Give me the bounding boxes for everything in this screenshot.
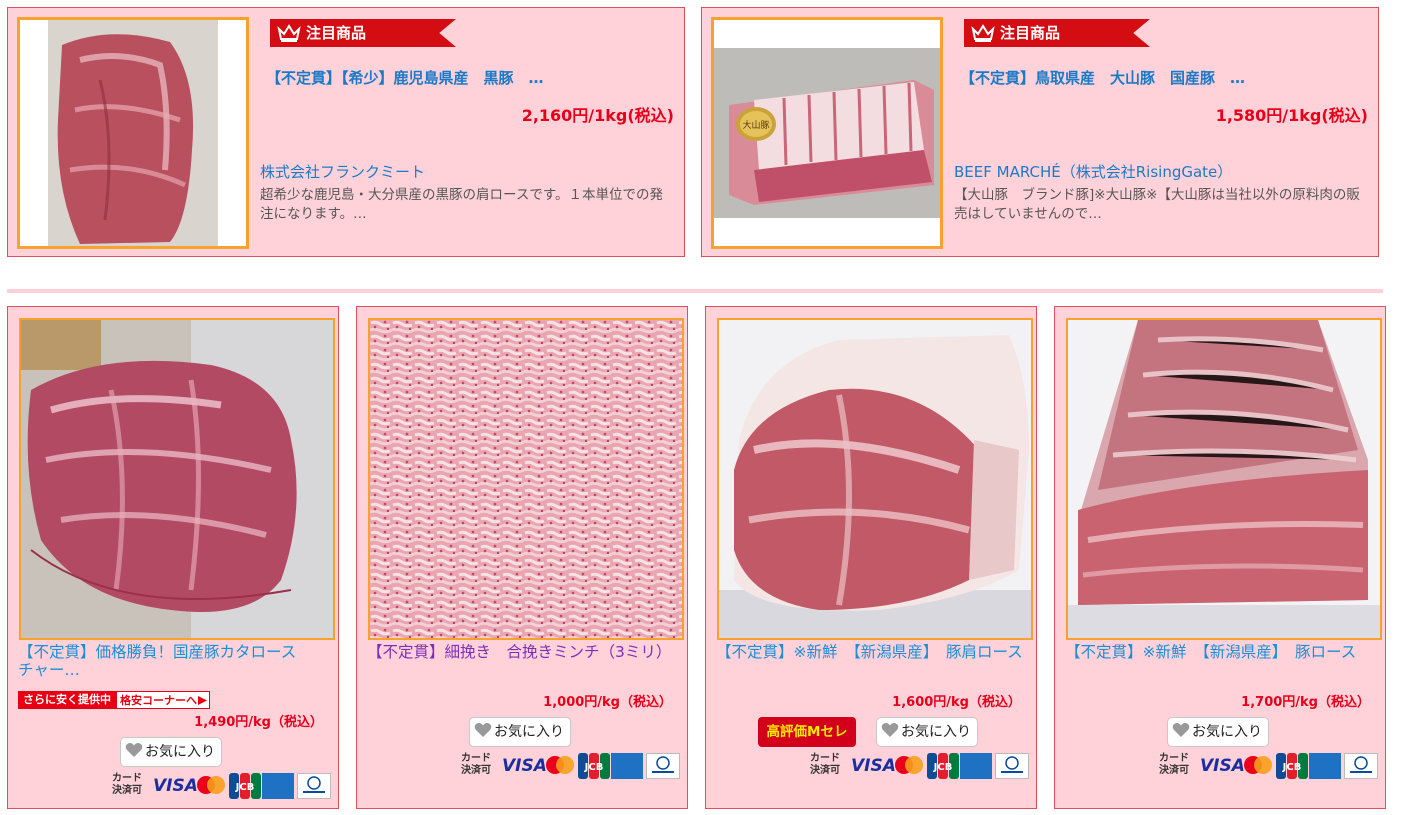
diners-club-icon (297, 773, 331, 799)
product-description: 超希少な鹿児島・大分県産の黒豚の肩ロースです。１本単位での発注になります。… (260, 187, 663, 222)
amex-icon (262, 773, 294, 799)
shop-name-link[interactable]: BEEF MARCHÉ（株式会社RisingGate） (954, 161, 1232, 182)
featured-product-card[interactable]: 注目商品 【不定貫】【希少】鹿児島県産 黒豚 … 2,160円/1kg(税込) … (7, 7, 685, 257)
product-title-link[interactable]: 【不定貫】鳥取県産 大山豚 国産豚 … (960, 67, 1370, 88)
product-image[interactable] (368, 318, 684, 640)
favorite-label: お気に入り (1192, 724, 1262, 740)
visa-icon: VISA (1200, 756, 1245, 776)
jcb-icon: JCB (927, 753, 959, 779)
product-image[interactable] (717, 318, 1033, 640)
arrow-right-icon (198, 696, 207, 705)
pork-belly-photo: 大山豚 (714, 20, 940, 246)
bargain-corner-banner[interactable]: さらに安く提供中 格安コーナーへ (18, 691, 210, 709)
pork-shoulder-loin-photo (21, 320, 333, 638)
shop-name-link[interactable]: 株式会社フランクミート (260, 161, 425, 182)
ribbon-label: 注目商品 (1000, 24, 1061, 42)
product-title-link[interactable]: 【不定貫】【希少】鹿児島県産 黒豚 … (266, 67, 676, 88)
jcb-icon: JCB (1276, 753, 1308, 779)
visa-icon: VISA (153, 776, 198, 796)
jcb-icon: JCB (578, 753, 610, 779)
product-title-link[interactable]: 【不定貫】細挽き 合挽きミンチ（3ミリ） (367, 643, 675, 661)
card-payment-label: カード 決済可 (112, 773, 142, 796)
svg-text:JCB: JCB (1282, 762, 1302, 773)
svg-text:JCB: JCB (235, 782, 255, 793)
favorite-label: お気に入り (901, 724, 971, 740)
favorite-button[interactable]: お気に入り (1167, 717, 1269, 747)
diners-club-icon (646, 753, 680, 779)
product-image[interactable] (19, 318, 335, 640)
payment-methods: カード 決済可 VISA JCB (458, 753, 683, 781)
featured-product-card[interactable]: 大山豚 注目商品 【不定貫】鳥取県産 大山豚 国産豚 … 1,580円/1kg(… (701, 7, 1379, 257)
payment-methods: カード 決済可 VISA JCB (807, 753, 1032, 781)
svg-text:JCB: JCB (584, 762, 604, 773)
visa-icon: VISA (502, 756, 547, 776)
heart-icon (125, 743, 143, 757)
favorite-button[interactable]: お気に入り (876, 717, 978, 747)
favorite-label: お気に入り (145, 744, 215, 760)
featured-ribbon: 注目商品 (270, 19, 456, 47)
product-card[interactable]: 【不定貫】細挽き 合挽きミンチ（3ミリ） 1,000円/kg（税込） お気に入り… (356, 306, 688, 809)
pork-loin-photo (1068, 320, 1380, 638)
section-divider (7, 289, 1383, 293)
product-image[interactable] (17, 17, 249, 249)
product-card[interactable]: 【不定貫】※新鮮 【新潟県産】 豚ロース 1,700円/kg（税込） お気に入り… (1054, 306, 1386, 809)
minced-meat-photo (370, 320, 682, 638)
mastercard-icon (197, 776, 225, 794)
crown-icon (277, 24, 301, 42)
product-title-link[interactable]: 【不定貫】価格勝負！国産豚カタロース チャー… (18, 643, 326, 679)
product-image[interactable] (1066, 318, 1382, 640)
pork-shoulder-roast-photo (719, 320, 1031, 638)
featured-ribbon: 注目商品 (964, 19, 1150, 47)
product-card[interactable]: 【不定貫】※新鮮 【新潟県産】 豚肩ロース 1,600円/kg（税込） 高評価M… (705, 306, 1037, 809)
diners-club-icon (995, 753, 1029, 779)
product-title-link[interactable]: 【不定貫】※新鮮 【新潟県産】 豚肩ロース (716, 643, 1024, 661)
product-price: 2,160円/1kg(税込) (521, 106, 674, 125)
product-price: 1,490円/kg（税込） (194, 715, 323, 730)
jcb-icon: JCB (229, 773, 261, 799)
card-payment-label: カード 決済可 (461, 753, 491, 776)
payment-methods: カード 決済可 VISA JCB (109, 773, 334, 801)
heart-icon (474, 723, 492, 737)
ribbon-label: 注目商品 (306, 24, 367, 42)
bargain-link-text: 格安コーナーへ (120, 694, 197, 707)
card-payment-label: カード 決済可 (810, 753, 840, 776)
svg-text:JCB: JCB (933, 762, 953, 773)
visa-icon: VISA (851, 756, 896, 776)
bargain-link[interactable]: 格安コーナーへ (116, 691, 210, 709)
product-description: 【大山豚 ブランド豚]※大山豚※【大山豚は当社以外の原料肉の販売はしていませんの… (954, 187, 1360, 222)
heart-icon (881, 723, 899, 737)
product-card[interactable]: 【不定貫】価格勝負！国産豚カタロース チャー… さらに安く提供中 格安コーナーへ… (7, 306, 339, 809)
pork-shoulder-photo (20, 20, 246, 246)
favorite-button[interactable]: お気に入り (120, 737, 222, 767)
high-rating-badge[interactable]: 高評価Mセレ (758, 717, 856, 747)
amex-icon (1309, 753, 1341, 779)
favorite-label: お気に入り (494, 724, 564, 740)
product-price: 1,000円/kg（税込） (543, 695, 672, 710)
favorite-button[interactable]: お気に入り (469, 717, 571, 747)
package-label: 大山豚 (742, 119, 769, 131)
diners-club-icon (1344, 753, 1378, 779)
product-price: 1,580円/1kg(税込) (1215, 106, 1368, 125)
mastercard-icon (895, 756, 923, 774)
amex-icon (611, 753, 643, 779)
card-payment-label: カード 決済可 (1159, 753, 1189, 776)
crown-icon (971, 24, 995, 42)
product-price: 1,600円/kg（税込） (892, 695, 1021, 710)
heart-icon (1172, 723, 1190, 737)
amex-icon (960, 753, 992, 779)
product-price: 1,700円/kg（税込） (1241, 695, 1370, 710)
product-image[interactable]: 大山豚 (711, 17, 943, 249)
mastercard-icon (1244, 756, 1272, 774)
mastercard-icon (546, 756, 574, 774)
product-title-link[interactable]: 【不定貫】※新鮮 【新潟県産】 豚ロース (1065, 643, 1373, 661)
bargain-label: さらに安く提供中 (18, 691, 116, 709)
payment-methods: カード 決済可 VISA JCB (1156, 753, 1381, 781)
